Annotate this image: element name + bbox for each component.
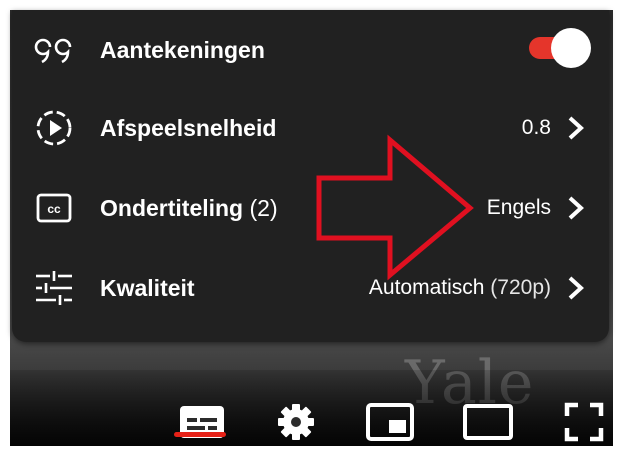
miniplayer-icon xyxy=(366,403,414,441)
quality-value-detail: (720p) xyxy=(490,276,551,299)
menu-item-playback-speed[interactable]: Afspeelsnelheid 0.8 xyxy=(12,88,609,168)
chevron-right-icon xyxy=(568,116,584,140)
menu-item-quality[interactable]: Kwaliteit Automatisch (720p) xyxy=(12,248,609,328)
annotations-quote-icon xyxy=(32,28,76,72)
quality-value: Automatisch (720p) xyxy=(369,276,551,300)
menu-item-subtitles[interactable]: cc Ondertiteling (2) Engels xyxy=(12,168,609,248)
chevron-right-icon xyxy=(568,196,584,220)
menu-item-annotations[interactable]: Aantekeningen xyxy=(12,10,609,90)
fullscreen-icon xyxy=(564,402,604,442)
chevron-right-icon xyxy=(568,276,584,300)
subtitles-button[interactable] xyxy=(174,394,230,446)
subtitles-label-text: Ondertiteling xyxy=(100,194,244,221)
theater-mode-icon xyxy=(463,404,513,440)
subtitles-value: Engels xyxy=(486,196,551,219)
settings-menu: Aantekeningen Afspeelsnelheid 0.8 cc Ond… xyxy=(12,10,609,342)
quality-sliders-icon xyxy=(32,266,76,310)
miniplayer-button[interactable] xyxy=(362,394,418,446)
player-controls-bar xyxy=(10,392,613,446)
closed-captions-icon: cc xyxy=(32,186,76,230)
playback-speed-value: 0.8 xyxy=(521,116,551,139)
subtitles-count: (2) xyxy=(249,194,278,221)
toggle-knob xyxy=(551,28,591,68)
subtitles-label: Ondertiteling (2) xyxy=(100,195,278,222)
subtitles-active-indicator xyxy=(174,432,226,437)
settings-button[interactable] xyxy=(268,394,324,446)
playback-speed-label: Afspeelsnelheid xyxy=(100,114,277,141)
playback-speed-icon xyxy=(32,106,76,150)
quality-value-main: Automatisch xyxy=(368,276,485,299)
fullscreen-button[interactable] xyxy=(556,394,612,446)
annotations-label: Aantekeningen xyxy=(100,36,265,63)
annotations-toggle[interactable] xyxy=(529,28,591,68)
theater-mode-button[interactable] xyxy=(460,394,516,446)
svg-text:cc: cc xyxy=(47,202,61,216)
settings-gear-icon xyxy=(278,404,314,440)
quality-label: Kwaliteit xyxy=(100,274,195,301)
